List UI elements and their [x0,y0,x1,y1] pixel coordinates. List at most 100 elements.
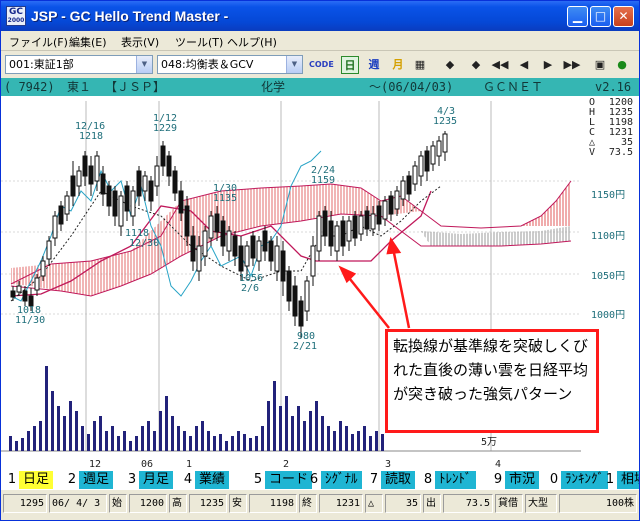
annot-value: 1135 [213,193,237,204]
y-tick: 1000円 [591,310,625,321]
ohlc-stats: O 1200 H 1235 L 1198 C 1231 △ 35 V 73.5 [589,97,633,158]
market-select-value: 001:東証1部 [9,58,74,71]
candlesticks [10,131,448,338]
step-back-icon[interactable]: ◀ [515,56,533,74]
app-icon[interactable]: GC 2000 [6,6,26,26]
close-icon: ✕ [618,9,629,23]
x-tick: 06 [141,459,153,470]
y-axis-ticks: 1150円 1100円 1050円 1000円 [591,190,625,321]
status-date: 06/ 4/ 3 [49,494,107,513]
annot-label: 2/6 [241,283,259,294]
menu-tools[interactable]: ツール(T) [175,34,223,50]
status-label-change: △ [365,494,383,513]
status-open: 1200 [129,494,167,513]
annot-label: 2/21 [293,341,317,352]
menu-view[interactable]: 表示(V) [121,34,159,50]
stock-code: ( 7942) [4,80,55,94]
calendar-icon[interactable]: ▦ [411,56,429,74]
stock-market: 東１ [67,80,92,94]
volume-unit: 5万 [481,437,497,448]
y-tick: 1150円 [591,190,625,201]
annot-label: 11/30 [15,315,45,326]
callout-arrows [338,236,411,329]
menu-bar: ファイル(F) 編集(E) 表示(V) ツール(T) ヘルプ(H) [1,31,639,51]
status-unit: 100株 [559,494,637,513]
status-margin-type: 貸借 [495,494,523,513]
tab-read[interactable]: 7 読取 [367,471,416,489]
x-tick: 3 [385,459,391,470]
y-tick: 1100円 [591,231,625,242]
chevron-down-icon[interactable]: ▼ [286,56,302,73]
status-label-open: 始 [109,494,127,513]
tab-monthly[interactable]: 3 月足 [125,471,174,489]
menu-edit[interactable]: 編集(E) [69,34,107,50]
tab-trend[interactable]: 8 ﾄﾚﾝﾄﾞ [421,471,476,489]
minimize-icon: ▁ [572,9,583,23]
tab-market-quote[interactable]: 1相場 [603,471,639,489]
fast-forward-icon[interactable]: ▶▶ [563,56,581,74]
maximize-button[interactable]: □ [590,6,611,27]
data-source: ＧＣＮＥＴ [483,80,544,94]
day-button[interactable]: 日 [341,56,359,74]
maximize-icon: □ [594,9,607,23]
screen-icon[interactable]: ▣ [591,56,609,74]
rewind-icon[interactable]: ◀◀ [491,56,509,74]
tab-ranking[interactable]: 0 ﾗﾝｷﾝｸﾞ [547,471,608,489]
annot-value: 1229 [153,123,177,134]
tab-signal[interactable]: 6 ｼｸﾞﾅﾙ [307,471,362,489]
status-change: 35 [385,494,421,513]
stock-date: ～(06/04/03) [369,80,454,94]
chevron-down-icon[interactable]: ▼ [136,56,152,73]
minimize-button[interactable]: ▁ [567,6,588,27]
app-window: GC 2000 JSP - GC Hello Trend Master - ▁ □… [0,0,640,521]
status-label-high: 高 [169,494,187,513]
stock-info-band: ( 7942) 東１ 【ＪＳＰ】 化学 ～(06/04/03) ＧＣＮＥＴ v2… [1,78,639,96]
x-tick: 12 [89,459,101,470]
title-bar[interactable]: GC 2000 JSP - GC Hello Trend Master - ▁ □… [1,1,639,31]
volume-bars [9,366,384,451]
menu-file[interactable]: ファイル(F) [9,34,68,50]
version-label: v2.16 [595,80,632,94]
annot-value: 1218 [79,131,103,142]
status-label-volume: 出 [423,494,441,513]
annot-label: 12/30 [129,238,159,249]
status-code: 1295 [3,494,47,513]
status-high: 1235 [189,494,227,513]
ichimoku-cloud-future [521,181,571,226]
status-volume: 73.5 [443,494,493,513]
indicator-select-value: 048:均衡表＆GCV [161,58,254,71]
tab-code[interactable]: 5 コード [251,471,313,489]
indicator-select[interactable]: 048:均衡表＆GCV ▼ [157,55,303,74]
month-button[interactable]: 月 [389,56,407,74]
status-bar: 1295 06/ 4/ 3 始 1200 高 1235 安 1198 終 123… [1,490,639,520]
toolbar: 001:東証1部 ▼ 048:均衡表＆GCV ▼ CODE 日 週 月 ▦ ◆ … [1,52,639,78]
step-forward-icon[interactable]: ▶ [539,56,557,74]
status-low: 1198 [249,494,297,513]
y-tick: 1050円 [591,271,625,282]
globe-icon[interactable]: ● [613,56,631,74]
arrow-left-icon[interactable]: ◆ [441,56,459,74]
function-tabs: 1 日足 2 週足 3 月足 4 業績 5 コード 6 ｼｸﾞﾅﾙ 7 読取 8 ﾄﾚﾝﾄﾞ 9… [1,470,639,490]
status-close: 1231 [319,494,363,513]
close-button[interactable]: ✕ [613,6,634,27]
annot-value: 1235 [433,116,457,127]
status-label-low: 安 [229,494,247,513]
x-tick: 4 [495,459,501,470]
status-label-close: 終 [299,494,317,513]
code-button[interactable]: CODE [309,56,334,74]
x-tick: 1 [186,459,192,470]
tab-earnings[interactable]: 4 業績 [181,471,230,489]
status-size: 大型 [525,494,557,513]
arrow-right-icon[interactable]: ◆ [467,56,485,74]
tab-market[interactable]: 9 市況 [491,471,540,489]
menu-help[interactable]: ヘルプ(H) [227,34,277,50]
tab-weekly[interactable]: 2 週足 [65,471,114,489]
annotation-callout: 転換線が基準線を突破しくびれた直後の薄い雲を日経平均が突き破った強気パターン [385,329,599,433]
x-tick: 2 [283,459,289,470]
market-select[interactable]: 001:東証1部 ▼ [5,55,153,74]
stock-sector: 化学 [261,80,286,94]
week-button[interactable]: 週 [365,56,383,74]
window-title: JSP - GC Hello Trend Master - [31,8,229,24]
tab-daily[interactable]: 1 日足 [5,471,54,489]
x-axis-labels: 12 06 1 2 3 4 [89,459,501,470]
